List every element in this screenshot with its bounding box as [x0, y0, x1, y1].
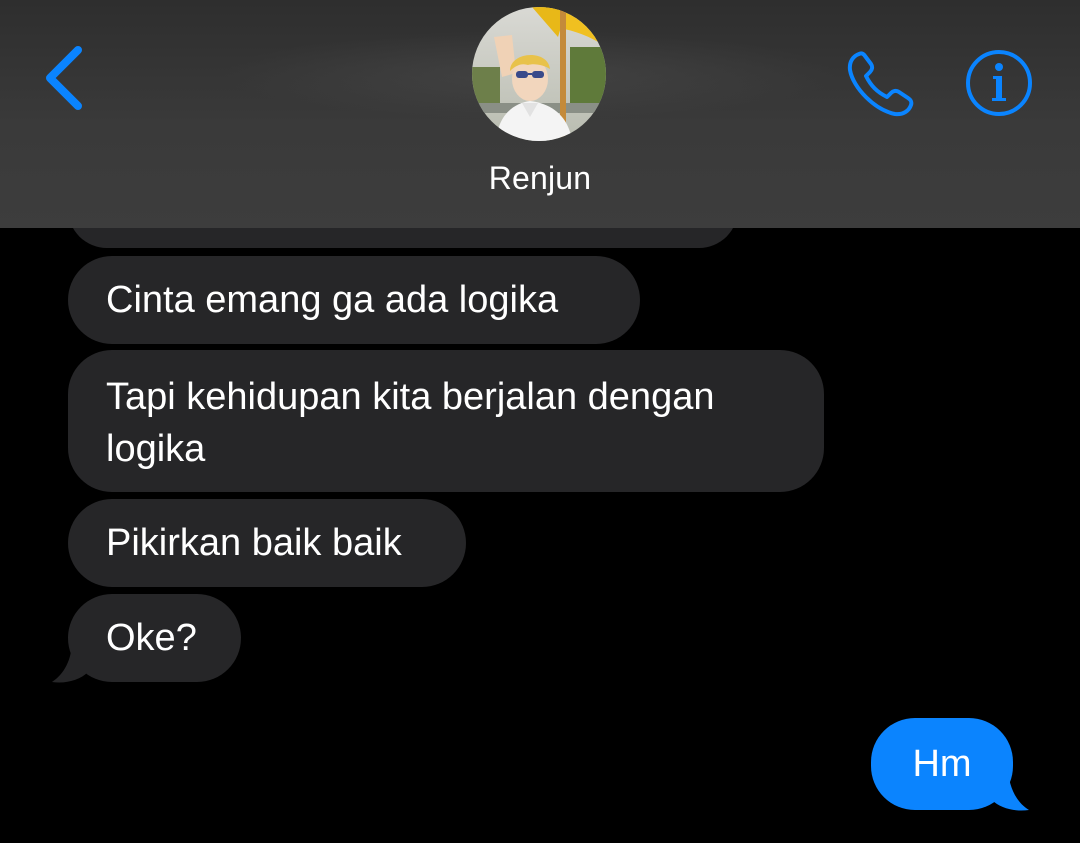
message-bubble-incoming[interactable]: Cinta emang ga ada logika — [68, 256, 640, 344]
message-text: Pikirkan baik baik — [106, 522, 402, 564]
message-text: Oke? — [106, 617, 197, 659]
incoming-bubble-tail — [52, 640, 88, 683]
contact-avatar[interactable] — [472, 7, 606, 141]
message-text: Hm — [912, 743, 972, 785]
info-button[interactable] — [964, 48, 1034, 118]
message-bubble-incoming[interactable]: Oke? — [68, 594, 241, 682]
avatar-photo — [472, 7, 606, 141]
back-button[interactable] — [40, 42, 90, 114]
conversation-header: Renjun — [0, 0, 1080, 228]
info-icon — [966, 50, 1032, 116]
message-text: Tapi kehidupan kita berjalan dengan logi… — [106, 376, 715, 470]
message-bubble-incoming[interactable]: Pikirkan baik baik — [68, 499, 466, 587]
outgoing-bubble-tail — [992, 766, 1029, 811]
contact-name[interactable]: Renjun — [0, 160, 1080, 197]
chat-screen: Cinta emang ga ada logika Tapi kehidupan… — [0, 0, 1080, 843]
message-bubble-incoming[interactable]: Tapi kehidupan kita berjalan dengan logi… — [68, 350, 824, 492]
chevron-left-icon — [46, 46, 82, 110]
message-text: Cinta emang ga ada logika — [106, 279, 559, 321]
call-button[interactable] — [845, 48, 917, 120]
phone-icon — [847, 51, 914, 117]
